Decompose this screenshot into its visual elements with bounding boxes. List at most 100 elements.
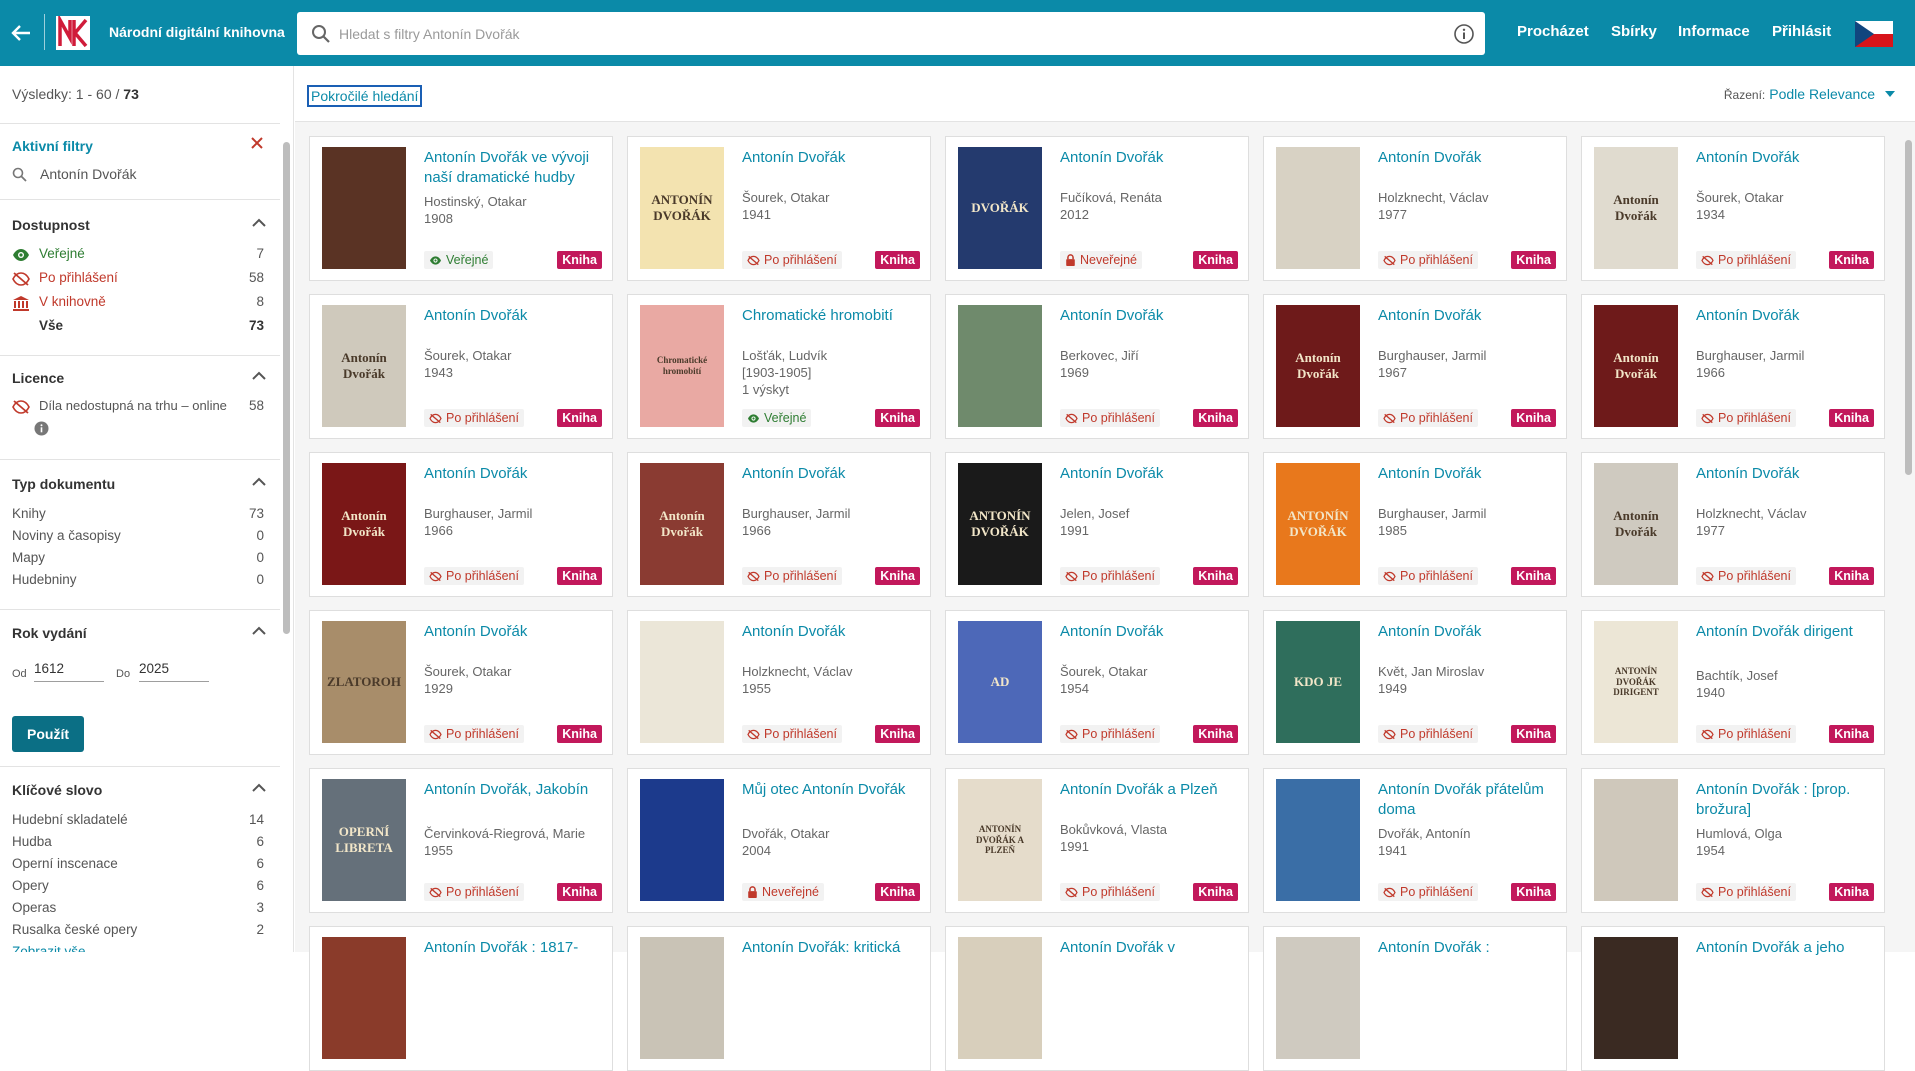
year-to-input[interactable]: [139, 656, 209, 682]
sort-dropdown[interactable]: Řazení: Podle Relevance: [1724, 86, 1895, 102]
book-cover-thumbnail[interactable]: [640, 779, 724, 901]
result-card[interactable]: ANTONÍN DVOŘÁK Antonín Dvořák Burghauser, …: [1263, 452, 1567, 597]
result-card[interactable]: Antonín Dvořák Antonín Dvořák Burghauser, …: [1581, 294, 1885, 439]
result-title-link[interactable]: Můj otec Antonín Dvořák: [742, 780, 922, 800]
result-title-link[interactable]: Antonín Dvořák: [1060, 306, 1240, 326]
book-cover-thumbnail[interactable]: ANTONÍN DVOŘÁK: [958, 463, 1042, 585]
result-title-link[interactable]: Antonín Dvořák: [1378, 148, 1558, 168]
filter-public[interactable]: Veřejné 7: [12, 246, 264, 264]
book-cover-thumbnail[interactable]: Antonín Dvořák: [640, 463, 724, 585]
result-title-link[interactable]: Antonín Dvořák: [1378, 622, 1558, 642]
book-cover-thumbnail[interactable]: ANTONÍN DVOŘÁK A PLZEŇ: [958, 779, 1042, 901]
filter-maps[interactable]: Mapy 0: [12, 550, 264, 568]
result-title-link[interactable]: Antonín Dvořák: [1060, 464, 1240, 484]
book-cover-thumbnail[interactable]: ANTONÍN DVOŘÁK: [1276, 463, 1360, 585]
result-card[interactable]: Můj otec Antonín Dvořák Dvořák, Otakar 200…: [627, 768, 931, 913]
search-icon[interactable]: [311, 24, 331, 44]
availability-title[interactable]: Dostupnost: [12, 217, 90, 233]
result-card[interactable]: Antonín Dvořák Antonín Dvořák Burghauser, …: [627, 452, 931, 597]
result-card[interactable]: Antonín Dvořák přátelům doma Dvořák, Anto…: [1263, 768, 1567, 913]
advanced-search-link[interactable]: Pokročilé hledání: [307, 85, 423, 107]
filter-keyword[interactable]: Operní inscenace 6: [12, 856, 264, 874]
book-cover-thumbnail[interactable]: AD: [958, 621, 1042, 743]
filter-all[interactable]: Vše 73: [12, 318, 264, 336]
result-card[interactable]: ANTONÍN DVOŘÁK Antonín Dvořák Jelen, Josef…: [945, 452, 1249, 597]
result-card[interactable]: AD Antonín Dvořák Šourek, Otakar 1954 Po při…: [945, 610, 1249, 755]
result-title-link[interactable]: Antonín Dvořák: [742, 148, 922, 168]
result-card[interactable]: ANTONÍN DVOŘÁK A PLZEŇ Antonín Dvořák a P…: [945, 768, 1249, 913]
book-cover-thumbnail[interactable]: [1594, 779, 1678, 901]
info-icon[interactable]: [34, 421, 49, 441]
result-title-link[interactable]: Antonín Dvořák: kritická: [742, 938, 922, 958]
result-title-link[interactable]: Antonín Dvořák : [prop. brožura]: [1696, 780, 1876, 820]
result-card[interactable]: Chromatické hromobití Chromatické hromobi…: [627, 294, 931, 439]
result-title-link[interactable]: Antonín Dvořák přátelům doma: [1378, 780, 1558, 820]
book-cover-thumbnail[interactable]: Antonín Dvořák: [1594, 305, 1678, 427]
book-cover-thumbnail[interactable]: [322, 937, 406, 1059]
result-title-link[interactable]: Antonín Dvořák: [742, 622, 922, 642]
book-cover-thumbnail[interactable]: [1276, 937, 1360, 1059]
result-card[interactable]: Antonín Dvořák Berkovec, Jiří 1969 Po přihl…: [945, 294, 1249, 439]
nav-collections[interactable]: Sbírky: [1611, 23, 1657, 40]
filter-keyword[interactable]: Operas 3: [12, 900, 264, 918]
chevron-up-icon[interactable]: [252, 783, 266, 793]
result-card[interactable]: ZLATOROH Antonín Dvořák Šourek, Otakar 1929…: [309, 610, 613, 755]
result-title-link[interactable]: Antonín Dvořák ve vývoji naší dramatické…: [424, 148, 604, 188]
filter-periodicals[interactable]: Noviny a časopisy 0: [12, 528, 264, 546]
result-card[interactable]: Antonín Dvořák : 1817-: [309, 926, 613, 1071]
result-card[interactable]: Antonín Dvořák: kritická: [627, 926, 931, 1071]
info-icon[interactable]: [1453, 23, 1475, 45]
ndk-logo-icon[interactable]: [56, 13, 90, 50]
book-cover-thumbnail[interactable]: [1276, 779, 1360, 901]
result-card[interactable]: Antonín Dvořák Antonín Dvořák Burghauser, …: [309, 452, 613, 597]
czech-flag-icon[interactable]: [1855, 21, 1893, 47]
search-input[interactable]: [339, 12, 1419, 55]
result-title-link[interactable]: Antonín Dvořák: [1060, 622, 1240, 642]
result-card[interactable]: Antonín Dvořák : [prop. brožura] Humlová,…: [1581, 768, 1885, 913]
result-title-link[interactable]: Antonín Dvořák: [1060, 148, 1240, 168]
year-title[interactable]: Rok vydání: [12, 625, 87, 641]
book-cover-thumbnail[interactable]: Antonín Dvořák: [322, 463, 406, 585]
book-cover-thumbnail[interactable]: Chromatické hromobití: [640, 305, 724, 427]
book-cover-thumbnail[interactable]: [1594, 937, 1678, 1059]
sidebar-scrollbar-thumb[interactable]: [283, 142, 290, 634]
book-cover-thumbnail[interactable]: [958, 937, 1042, 1059]
result-card[interactable]: Antonín Dvořák Antonín Dvořák Holzknecht, …: [1581, 452, 1885, 597]
result-card[interactable]: Antonín Dvořák Antonín Dvořák Šourek, Otak…: [1581, 136, 1885, 281]
result-card[interactable]: KDO JE Antonín Dvořák Květ, Jan Miroslav 19…: [1263, 610, 1567, 755]
chevron-up-icon[interactable]: [252, 218, 266, 228]
result-card[interactable]: Antonín Dvořák a jeho: [1581, 926, 1885, 1071]
filter-keyword[interactable]: Opery 6: [12, 878, 264, 896]
filter-books[interactable]: Knihy 73: [12, 506, 264, 524]
filter-license-online[interactable]: Díla nedostupná na trhu – online 58: [12, 398, 264, 416]
book-cover-thumbnail[interactable]: Antonín Dvořák: [1594, 463, 1678, 585]
filter-sheet-music[interactable]: Hudebniny 0: [12, 572, 264, 590]
result-title-link[interactable]: Chromatické hromobití: [742, 306, 922, 326]
book-cover-thumbnail[interactable]: ANTONÍN DVOŘÁK: [640, 147, 724, 269]
back-arrow-icon[interactable]: [10, 22, 34, 46]
filter-keyword[interactable]: Hudba 6: [12, 834, 264, 852]
result-title-link[interactable]: Antonín Dvořák: [424, 464, 604, 484]
result-title-link[interactable]: Antonín Dvořák: [1378, 306, 1558, 326]
result-title-link[interactable]: Antonín Dvořák a jeho: [1696, 938, 1876, 958]
filter-keyword[interactable]: Rusalka české opery 2: [12, 922, 264, 940]
doc-type-title[interactable]: Typ dokumentu: [12, 476, 115, 492]
main-scrollbar-thumb[interactable]: [1905, 140, 1912, 475]
book-cover-thumbnail[interactable]: OPERNÍ LIBRETA: [322, 779, 406, 901]
result-card[interactable]: ANTONÍN DVOŘÁK DIRIGENT Antonín Dvořák di…: [1581, 610, 1885, 755]
result-card[interactable]: OPERNÍ LIBRETA Antonín Dvořák, Jakobín Čer…: [309, 768, 613, 913]
result-title-link[interactable]: Antonín Dvořák: [742, 464, 922, 484]
result-title-link[interactable]: Antonín Dvořák dirigent: [1696, 622, 1876, 642]
nav-browse[interactable]: Procházet: [1517, 23, 1589, 40]
book-cover-thumbnail[interactable]: Antonín Dvořák: [322, 305, 406, 427]
book-cover-thumbnail[interactable]: [322, 147, 406, 269]
filter-keyword[interactable]: Hudební skladatelé 14: [12, 812, 264, 830]
result-title-link[interactable]: Antonín Dvořák: [424, 306, 604, 326]
nav-login[interactable]: Přihlásit: [1772, 23, 1831, 40]
result-title-link[interactable]: Antonín Dvořák, Jakobín: [424, 780, 604, 800]
result-card[interactable]: Antonín Dvořák Holzknecht, Václav 1955 Po p…: [627, 610, 931, 755]
chevron-up-icon[interactable]: [252, 626, 266, 636]
filter-after-login[interactable]: Po přihlášení 58: [12, 270, 264, 288]
book-cover-thumbnail[interactable]: Antonín Dvořák: [1594, 147, 1678, 269]
chevron-up-icon[interactable]: [252, 371, 266, 381]
